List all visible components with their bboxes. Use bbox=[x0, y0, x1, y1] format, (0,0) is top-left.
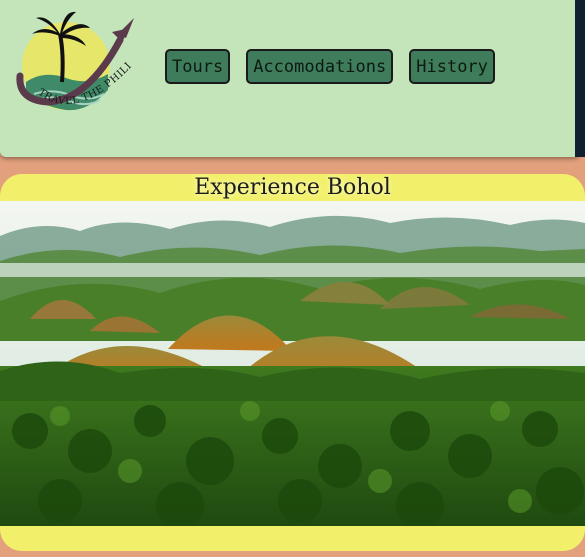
chocolate-hills-image bbox=[0, 201, 585, 526]
site-header: TRAVEL THE PHILIPPINES Tours Accomodatio… bbox=[0, 0, 580, 157]
nav-tours-button[interactable]: Tours bbox=[165, 49, 231, 84]
hero-title: Experience Bohol bbox=[194, 175, 391, 200]
travel-philippines-logo[interactable]: TRAVEL THE PHILIPPINES bbox=[14, 4, 138, 120]
main-nav: Tours Accomodations History bbox=[165, 49, 511, 84]
hero-card: Experience Bohol bbox=[0, 174, 585, 551]
header-edge-bar bbox=[575, 0, 585, 157]
nav-history-button[interactable]: History bbox=[409, 49, 495, 84]
nav-accomodations-button[interactable]: Accomodations bbox=[246, 49, 394, 84]
